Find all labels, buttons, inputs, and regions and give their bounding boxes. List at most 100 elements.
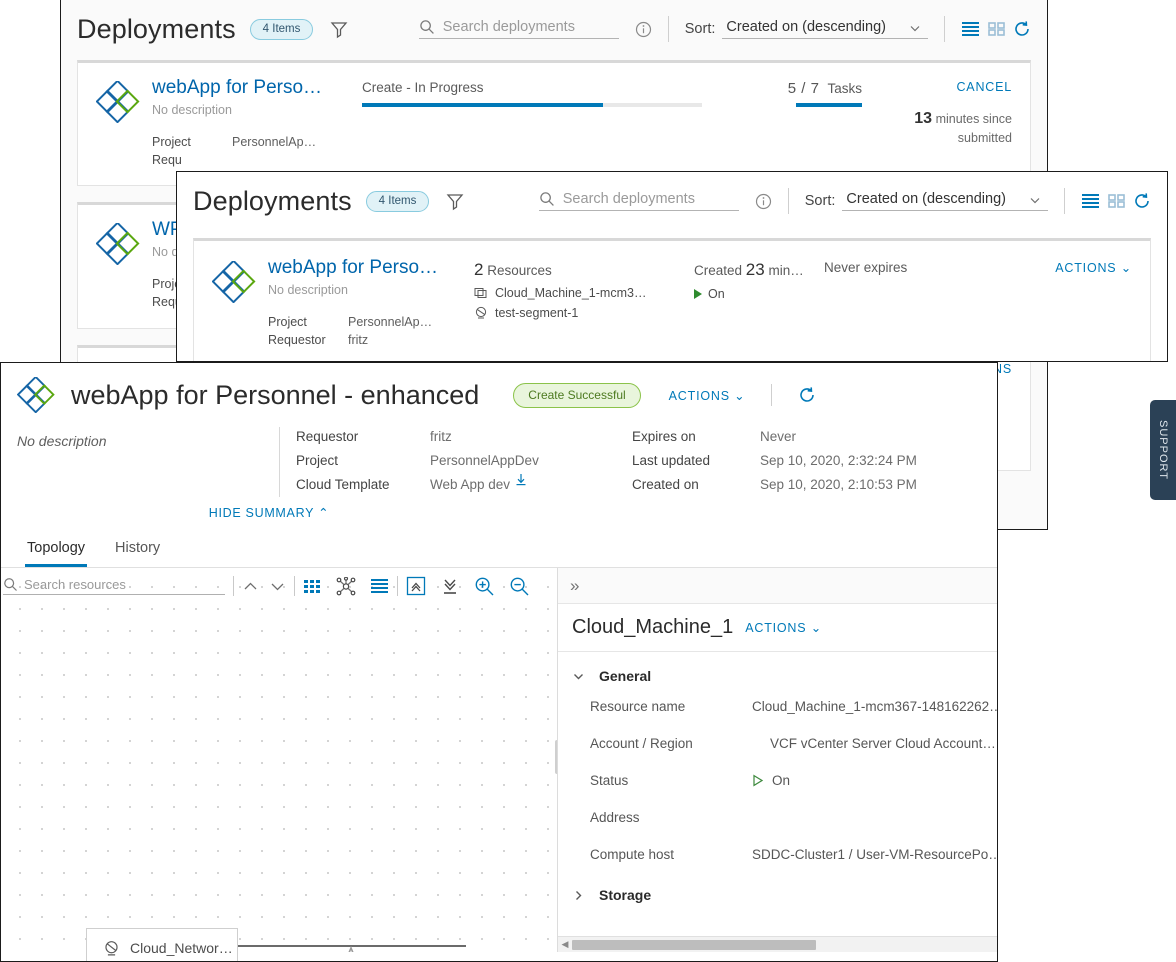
scroll-left-arrow[interactable]: ◀: [558, 939, 572, 950]
actions-label: ACTIONS: [668, 388, 730, 403]
resource-item[interactable]: test-segment-1: [474, 306, 694, 320]
grid-layout-icon[interactable]: [303, 578, 322, 594]
collapse-panel-icon[interactable]: »: [558, 568, 997, 604]
deployment-name[interactable]: webApp for Perso…: [268, 257, 474, 279]
filter-icon[interactable]: [329, 19, 349, 39]
property-row: Account / Region VCF vCenter Server Clou…: [558, 725, 997, 762]
detail-tabs[interactable]: Topology History: [1, 530, 997, 568]
download-icon[interactable]: [515, 473, 527, 497]
chevron-down-icon: ⌄: [734, 388, 746, 403]
actions-menu-button[interactable]: ACTIONS ⌄: [1042, 260, 1132, 275]
sort-label: Sort:: [804, 193, 836, 209]
since-number: 13: [914, 110, 933, 127]
view-mode-icons[interactable]: [961, 20, 1031, 38]
hide-summary-button[interactable]: HIDE SUMMARY ⌃: [17, 497, 981, 530]
chevron-up-icon[interactable]: [242, 580, 259, 593]
summary-row: Expires on Never: [632, 425, 981, 449]
summary-value: Never: [760, 429, 797, 444]
divider: [787, 188, 789, 214]
deployment-card[interactable]: webApp for Perso… No description Project…: [77, 60, 1031, 187]
search-input[interactable]: Search deployments: [418, 19, 619, 39]
search-nav-group[interactable]: [242, 580, 286, 593]
summary-key: Requestor: [296, 429, 359, 444]
chevron-down-icon: [908, 21, 922, 35]
deployment-detail-window[interactable]: webApp for Personnel - enhanced Create S…: [0, 362, 998, 962]
section-storage[interactable]: Storage: [558, 873, 997, 907]
items-count-badge: 4 Items: [365, 190, 430, 212]
resource-item[interactable]: Cloud_Machine_1-mcm3…: [474, 286, 694, 300]
search-icon: [540, 192, 554, 206]
view-mode-icons[interactable]: [1081, 192, 1151, 210]
info-icon[interactable]: [755, 193, 772, 210]
list-view-icon[interactable]: [1081, 193, 1100, 209]
cancel-button[interactable]: CANCEL: [862, 80, 1012, 94]
resource-title: Cloud_Machine_1: [572, 616, 734, 638]
card-view-icon[interactable]: [988, 21, 1005, 37]
summary-value[interactable]: Web App dev: [430, 473, 510, 497]
deployment-card[interactable]: webApp for Perso… No description Project…: [193, 238, 1151, 361]
section-general[interactable]: General: [558, 652, 997, 688]
search-icon: [420, 20, 434, 34]
detail-header: webApp for Personnel - enhanced Create S…: [1, 363, 997, 530]
created-col: Created 23 min… On: [694, 257, 824, 349]
topology-node-network[interactable]: Cloud_Networ…: [86, 928, 238, 961]
network-layout-icon[interactable]: [336, 576, 356, 596]
scrollbar-thumb[interactable]: [572, 939, 816, 950]
summary-value: PersonnelAppDev: [430, 453, 539, 468]
requestor-label: Requestor: [268, 333, 326, 348]
search-input[interactable]: Search deployments: [538, 191, 739, 211]
deployment-name[interactable]: webApp for Perso…: [152, 77, 352, 99]
actions-label: ACTIONS: [1055, 261, 1117, 275]
divider: [1064, 188, 1065, 214]
resources-number: 2: [474, 260, 484, 279]
layout-group[interactable]: [303, 576, 389, 596]
summary-key: Project: [296, 453, 339, 468]
requestor-row: Requ: [152, 151, 352, 169]
property-row: Compute host SDDC-Cluster1 / User-VM-Res…: [558, 836, 997, 873]
resources-label: Resources: [487, 263, 552, 278]
horizontal-scrollbar[interactable]: ◀: [558, 936, 997, 952]
topology-toolbar[interactable]: Search resources: [1, 568, 557, 604]
zoom-in-icon[interactable]: [474, 576, 495, 597]
refresh-icon[interactable]: [1133, 192, 1151, 210]
list-layout-icon[interactable]: [370, 578, 389, 594]
tasks-progress-indicator: [796, 103, 862, 107]
support-tab[interactable]: SUPPORT: [1150, 400, 1176, 500]
resource-actions-button[interactable]: ACTIONS ⌄: [745, 620, 822, 635]
deployments-window-2[interactable]: Deployments 4 Items Search deployments S…: [176, 171, 1168, 362]
expand-all-icon[interactable]: [406, 576, 426, 596]
resource-search-input[interactable]: Search resources: [3, 577, 225, 595]
zoom-group[interactable]: [406, 576, 530, 597]
refresh-icon[interactable]: [1013, 20, 1031, 38]
topology-canvas[interactable]: [1, 568, 557, 952]
info-icon[interactable]: [635, 21, 652, 38]
tab-history[interactable]: History: [113, 530, 162, 567]
list-view-icon[interactable]: [961, 21, 980, 37]
summary-key: Last updated: [632, 453, 711, 468]
filter-icon[interactable]: [445, 191, 465, 211]
tab-topology[interactable]: Topology: [25, 530, 88, 567]
property-key: Compute host: [590, 847, 675, 862]
topology-canvas-container[interactable]: Search resources Cloud_Networ…: [1, 568, 560, 961]
tasks-label: Tasks: [827, 81, 862, 96]
summary-key: Created on: [632, 477, 699, 492]
sort-value[interactable]: Created on (descending): [722, 19, 928, 39]
zoom-out-icon[interactable]: [509, 576, 530, 597]
expires-col: Never expires: [824, 257, 1042, 349]
sort-value[interactable]: Created on (descending): [842, 191, 1048, 211]
project-row: Project PersonnelAp…: [152, 133, 352, 151]
deployment-logo-icon: [96, 77, 152, 169]
refresh-icon[interactable]: [798, 386, 816, 404]
actions-menu-button[interactable]: ACTIONS ⌄: [669, 388, 746, 403]
section-label: General: [599, 668, 652, 684]
chevron-down-icon[interactable]: [269, 580, 286, 593]
summary-value: Sep 10, 2020, 2:32:24 PM: [760, 453, 917, 468]
requestor-value: fritz: [348, 333, 369, 348]
card-view-icon[interactable]: [1108, 193, 1125, 209]
resource-title-row: Cloud_Machine_1 ACTIONS ⌄: [558, 604, 997, 652]
sort-control[interactable]: Sort: Created on (descending): [805, 191, 1048, 211]
collapse-all-icon[interactable]: [440, 576, 460, 596]
network-icon: [103, 940, 120, 957]
expires-label: Never expires: [824, 260, 908, 275]
sort-control[interactable]: Sort: Created on (descending): [685, 19, 928, 39]
